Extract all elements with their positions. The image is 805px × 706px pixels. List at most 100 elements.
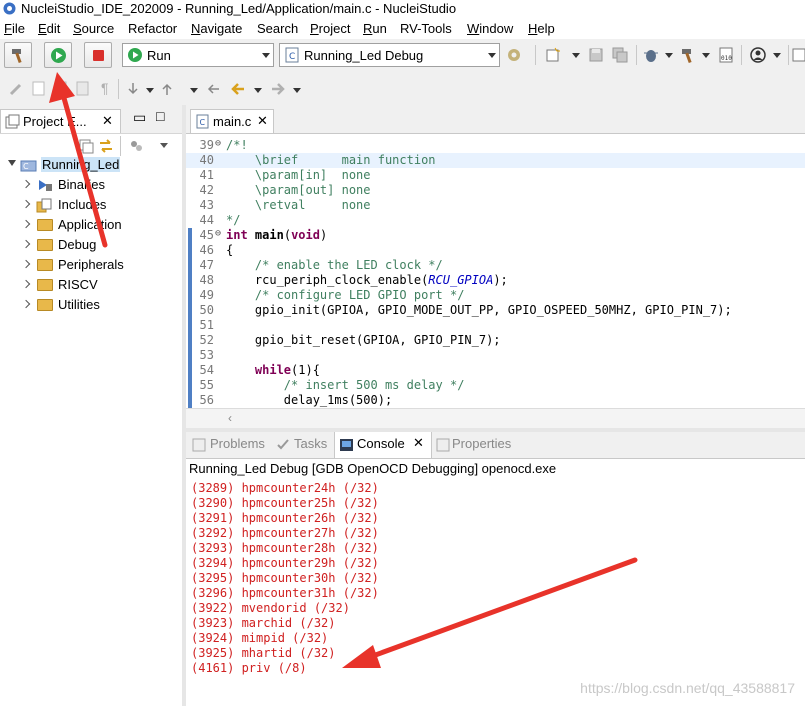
toggle-comment-icon[interactable]	[32, 81, 46, 97]
close-icon[interactable]: ✕	[102, 113, 113, 129]
menu-file[interactable]: File	[4, 21, 25, 36]
chevron-right-icon[interactable]	[21, 219, 31, 229]
menu-project[interactable]: Project	[310, 21, 350, 36]
launch-config-combo[interactable]: C Running_Led Debug	[279, 43, 500, 67]
scroll-left-icon[interactable]: ‹	[228, 411, 232, 425]
change-marker	[188, 303, 192, 318]
chevron-down-icon[interactable]	[254, 88, 262, 93]
chevron-down-icon[interactable]	[702, 53, 710, 58]
perspective-icon[interactable]	[792, 47, 805, 63]
last-edit-icon[interactable]	[206, 81, 222, 97]
chevron-down-icon[interactable]	[773, 53, 781, 58]
menu-search[interactable]: Search	[257, 21, 298, 36]
tree-root-running-led[interactable]: C Running_Led	[0, 155, 182, 175]
chevron-down-icon[interactable]	[293, 88, 301, 93]
hammer-icon	[12, 49, 22, 64]
code-line: 54 while(1){	[186, 363, 805, 378]
filters-icon[interactable]	[128, 138, 144, 154]
menu-rv-tools[interactable]: RV-Tools	[400, 21, 452, 36]
tab-console[interactable]: Console ✕	[334, 432, 432, 458]
next-annotation-icon[interactable]	[126, 81, 140, 97]
chevron-right-icon[interactable]	[21, 239, 31, 249]
prev-annotation-icon[interactable]	[160, 81, 174, 97]
tab-project-explorer[interactable]: Project E... ✕	[0, 109, 121, 133]
code-editor[interactable]: 39 ⊖/*! 40 \brief main function 41 \param[i…	[186, 134, 805, 409]
change-marker	[188, 393, 192, 408]
forward-arrow-icon[interactable]	[270, 81, 286, 97]
tab-tasks[interactable]: Tasks	[294, 436, 327, 451]
back-arrow-icon[interactable]	[230, 81, 246, 97]
debug-run-button[interactable]	[44, 42, 72, 68]
stop-icon	[93, 50, 104, 61]
console-view[interactable]: Running_Led Debug [GDB OpenOCD Debugging…	[186, 459, 805, 706]
stop-button[interactable]	[84, 42, 112, 68]
close-icon[interactable]: ✕	[257, 113, 268, 129]
title-bar: NucleiStudio_IDE_202009 - Running_Led/Ap…	[0, 0, 805, 19]
pen-icon[interactable]	[8, 81, 24, 97]
fold-icon[interactable]: ⊖	[215, 228, 221, 239]
code-line: 55 /* insert 500 ms delay */	[186, 378, 805, 393]
menu-run[interactable]: Run	[363, 21, 387, 36]
change-marker	[188, 273, 192, 288]
format-icon[interactable]	[54, 81, 68, 97]
chevron-down-icon[interactable]	[665, 53, 673, 58]
folder-icon	[37, 259, 53, 271]
close-icon[interactable]: ✕	[413, 435, 424, 451]
fold-icon[interactable]: ⊖	[215, 138, 221, 149]
menu-source[interactable]: Source	[73, 21, 114, 36]
folder-icon	[37, 239, 53, 251]
menu-refactor[interactable]: Refactor	[128, 21, 177, 36]
pilcrow-icon[interactable]: ¶	[101, 80, 109, 96]
minimize-icon[interactable]: ▭	[133, 109, 146, 126]
chevron-right-icon[interactable]	[21, 179, 31, 189]
line-number: 44	[199, 213, 214, 227]
chevron-right-icon[interactable]	[21, 299, 31, 309]
tree-item-riscv[interactable]: RISCV	[0, 275, 182, 295]
link-editor-icon[interactable]	[98, 138, 114, 154]
save-icon[interactable]	[588, 47, 604, 63]
hammer-icon[interactable]	[680, 47, 697, 64]
svg-text:010: 010	[721, 55, 732, 62]
menu-window[interactable]: Window	[467, 21, 513, 36]
build-button[interactable]	[4, 42, 32, 68]
chevron-right-icon[interactable]	[21, 259, 31, 269]
launch-mode-combo[interactable]: Run	[122, 43, 274, 67]
tab-problems[interactable]: Problems	[210, 436, 265, 451]
tree-item-peripherals[interactable]: Peripherals	[0, 255, 182, 275]
tree-item-application[interactable]: Application	[0, 215, 182, 235]
binary-file-icon[interactable]: 010	[718, 47, 736, 63]
editor-horizontal-scrollbar[interactable]: ‹	[186, 408, 805, 429]
chevron-right-icon[interactable]	[21, 279, 31, 289]
code-line: 40 \brief main function	[186, 153, 805, 168]
chevron-down-icon[interactable]	[146, 88, 154, 93]
folder-icon	[37, 279, 53, 291]
menu-help[interactable]: Help	[528, 21, 555, 36]
project-explorer-tabbar: Project E... ✕ ▭ □	[0, 105, 182, 134]
tree-item-includes[interactable]: Includes	[0, 195, 182, 215]
tab-main-c[interactable]: C main.c ✕	[190, 109, 274, 133]
chevron-down-icon[interactable]	[572, 53, 580, 58]
gear-icon[interactable]	[505, 46, 523, 64]
tab-properties[interactable]: Properties	[452, 436, 511, 451]
collapse-all-icon[interactable]	[78, 138, 94, 154]
chevron-down-icon[interactable]	[190, 88, 198, 93]
save-all-icon[interactable]	[612, 47, 628, 63]
line-number: 40	[199, 153, 214, 167]
window-title: NucleiStudio_IDE_202009 - Running_Led/Ap…	[21, 1, 457, 16]
user-icon[interactable]	[750, 47, 766, 63]
menu-navigate[interactable]: Navigate	[191, 21, 242, 36]
new-icon[interactable]	[545, 47, 561, 63]
tree-item-binaries[interactable]: Binaries	[0, 175, 182, 195]
code-line: 50 gpio_init(GPIOA, GPIO_MODE_OUT_PP, GP…	[186, 303, 805, 318]
code-line: 56 delay_1ms(500);	[186, 393, 805, 408]
chevron-down-icon[interactable]	[8, 160, 16, 166]
document-icon[interactable]	[76, 81, 90, 97]
debug-icon[interactable]	[643, 47, 659, 63]
problems-icon	[192, 438, 206, 452]
tree-item-debug[interactable]: Debug	[0, 235, 182, 255]
maximize-icon[interactable]: □	[156, 108, 164, 124]
chevron-right-icon[interactable]	[21, 199, 31, 209]
tree-item-utilities[interactable]: Utilities	[0, 295, 182, 315]
menu-edit[interactable]: Edit	[38, 21, 60, 36]
view-menu-icon[interactable]	[160, 143, 168, 148]
